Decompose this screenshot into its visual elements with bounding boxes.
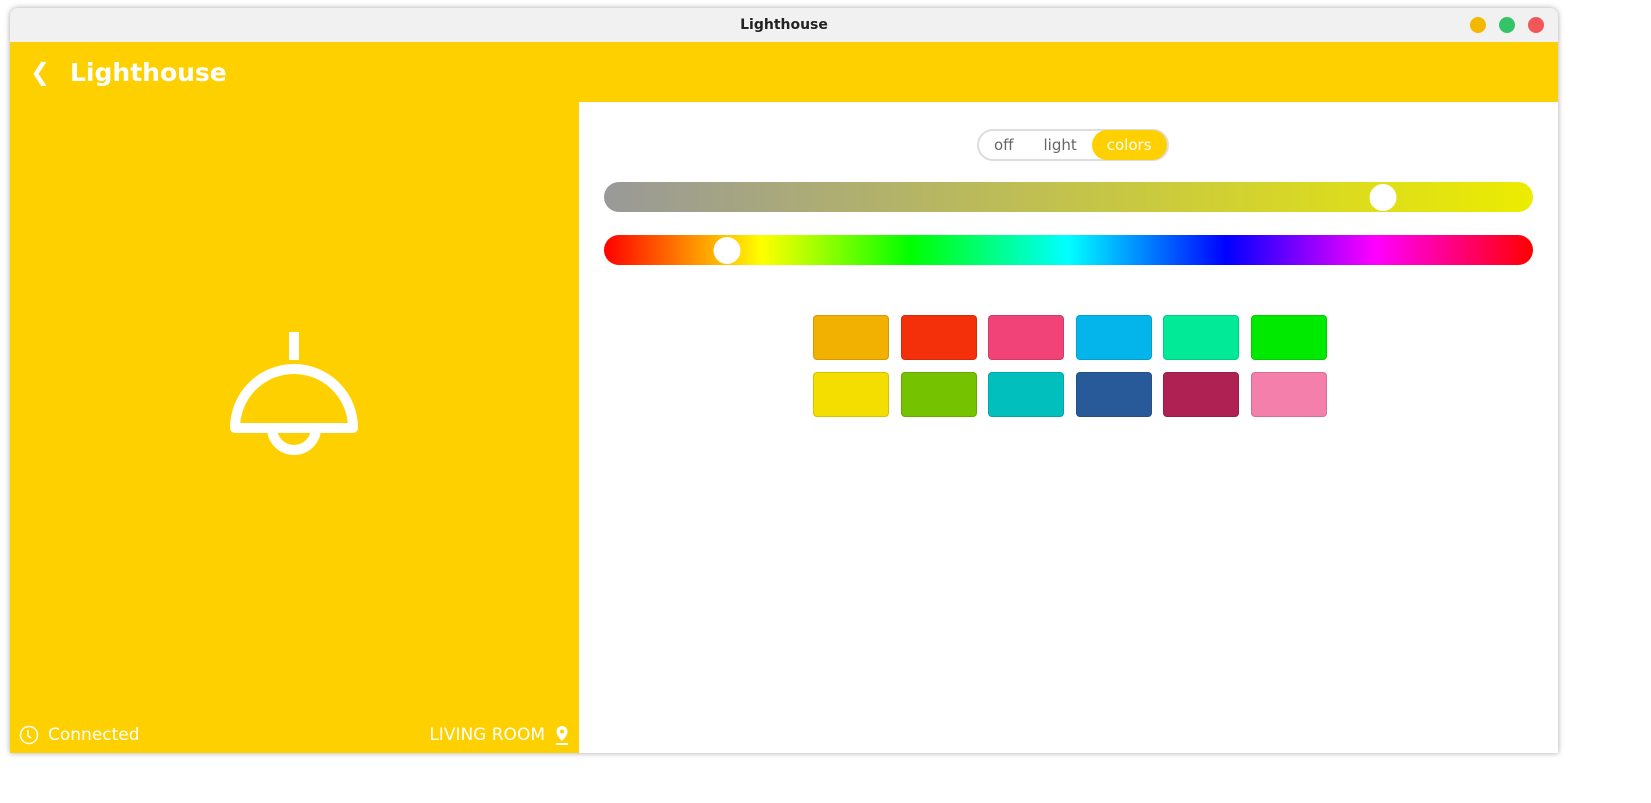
maximize-button[interactable] [1499,17,1515,33]
color-swatch[interactable] [900,372,977,417]
lamp-icon [230,332,358,455]
hue-slider[interactable] [604,235,1533,265]
mode-colors-tab[interactable]: colors [1091,130,1167,160]
color-swatch[interactable] [1250,315,1327,360]
color-swatch[interactable] [1163,372,1239,417]
room-location[interactable]: LIVING ROOM [429,725,570,745]
mode-off-tab[interactable]: off [979,130,1029,160]
color-swatch[interactable] [900,315,977,360]
saturation-slider[interactable] [604,182,1533,212]
location-pin-icon [556,726,568,745]
color-swatch[interactable] [1075,315,1152,360]
window-controls [1470,17,1544,33]
color-swatch[interactable] [1075,372,1152,417]
connection-label: Connected [48,725,140,745]
color-swatch[interactable] [813,315,889,360]
color-swatch[interactable] [1250,372,1327,417]
clock-icon [19,725,39,745]
saturation-slider-thumb[interactable] [1369,184,1397,211]
color-swatch[interactable] [813,372,889,417]
connection-status: Connected [19,725,140,745]
color-swatch-grid [813,315,1327,417]
minimize-button[interactable] [1470,17,1486,33]
controls-panel: off light colors [579,102,1558,753]
app-header: ❮ Lighthouse [10,42,1558,102]
color-swatch[interactable] [988,372,1064,417]
page-title: Lighthouse [70,57,227,87]
room-label: LIVING ROOM [429,725,545,745]
window-title: Lighthouse [740,17,828,33]
title-bar: Lighthouse [10,8,1558,42]
back-button[interactable]: ❮ [10,58,70,86]
color-swatch[interactable] [988,315,1064,360]
mode-light-tab[interactable]: light [1029,130,1092,160]
color-swatch[interactable] [1163,315,1239,360]
lamp-panel: Connected LIVING ROOM [10,102,579,753]
close-button[interactable] [1528,17,1544,33]
hue-slider-thumb[interactable] [713,237,741,264]
mode-selector: off light colors [977,129,1169,161]
app-window: Lighthouse ❮ Lighthouse Connected LIVING… [10,8,1558,753]
